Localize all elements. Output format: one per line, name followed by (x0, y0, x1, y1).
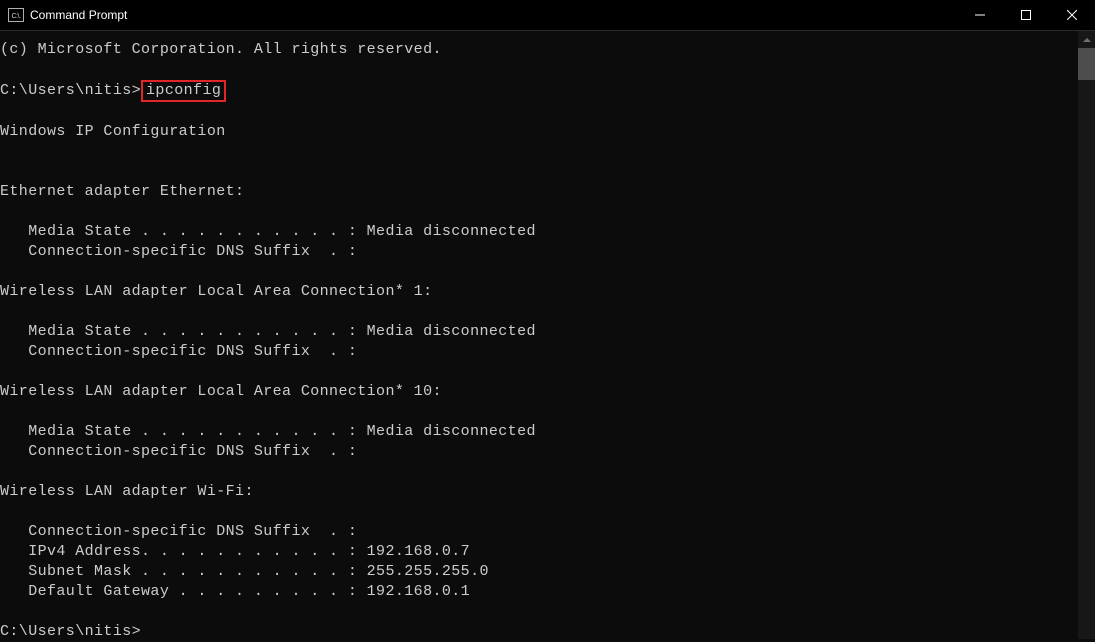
minimize-button[interactable] (957, 0, 1003, 30)
scroll-up-icon[interactable] (1078, 31, 1095, 48)
adapter-line: Connection-specific DNS Suffix . : (0, 342, 1078, 362)
maximize-button[interactable] (1003, 0, 1049, 30)
adapter-line: Media State . . . . . . . . . . . : Medi… (0, 422, 1078, 442)
adapter-title: Ethernet adapter Ethernet: (0, 182, 1078, 202)
adapter-line: Media State . . . . . . . . . . . : Medi… (0, 322, 1078, 342)
scroll-thumb[interactable] (1078, 48, 1095, 80)
adapter-title: Wireless LAN adapter Local Area Connecti… (0, 382, 1078, 402)
client-area: (c) Microsoft Corporation. All rights re… (0, 31, 1095, 639)
title-bar: C:\. Command Prompt (0, 0, 1095, 31)
console-output[interactable]: (c) Microsoft Corporation. All rights re… (0, 31, 1078, 639)
window-title: Command Prompt (30, 5, 127, 25)
adapter-line: Connection-specific DNS Suffix . : (0, 242, 1078, 262)
ipconfig-highlight: ipconfig (141, 80, 226, 102)
adapter-title: Wireless LAN adapter Local Area Connecti… (0, 282, 1078, 302)
adapter-title: Wireless LAN adapter Wi-Fi: (0, 482, 1078, 502)
adapter-line: IPv4 Address. . . . . . . . . . . : 192.… (0, 542, 1078, 562)
prompt-path: C:\Users\nitis> (0, 82, 141, 99)
adapter-line: Connection-specific DNS Suffix . : (0, 442, 1078, 462)
window-controls (957, 0, 1095, 30)
prompt-line: C:\Users\nitis> (0, 622, 1078, 642)
close-button[interactable] (1049, 0, 1095, 30)
adapter-line: Subnet Mask . . . . . . . . . . . : 255.… (0, 562, 1078, 582)
title-bar-left: C:\. Command Prompt (8, 5, 127, 25)
ipconfig-header: Windows IP Configuration (0, 122, 1078, 142)
adapter-line: Default Gateway . . . . . . . . . : 192.… (0, 582, 1078, 602)
ipconfig-command: ipconfig (146, 82, 221, 99)
adapter-line: Connection-specific DNS Suffix . : (0, 522, 1078, 542)
cmd-icon: C:\. (8, 8, 24, 22)
adapter-line: Media State . . . . . . . . . . . : Medi… (0, 222, 1078, 242)
copyright-line: (c) Microsoft Corporation. All rights re… (0, 40, 1078, 60)
vertical-scrollbar[interactable] (1078, 31, 1095, 639)
